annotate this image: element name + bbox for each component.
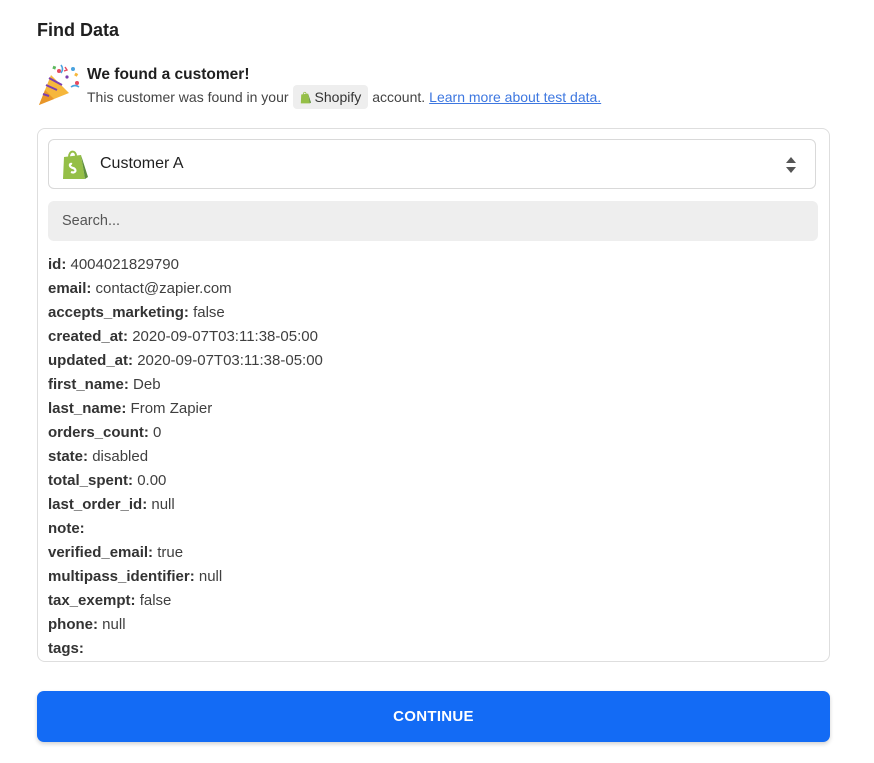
customer-fields-list: id: 4004021829790 email: contact@zapier.…: [48, 253, 323, 661]
party-popper-icon: [39, 64, 80, 105]
field-value: false: [193, 304, 225, 321]
app-chip-shopify: Shopify: [292, 85, 369, 109]
field-key: tax_exempt:: [48, 592, 136, 609]
customer-selector[interactable]: Customer A: [48, 139, 816, 189]
field-value: null: [102, 616, 126, 633]
app-chip-label: Shopify: [314, 89, 362, 105]
field-value: true: [157, 544, 184, 561]
field-row: state: disabled: [48, 445, 323, 469]
field-row: id: 4004021829790: [48, 253, 323, 277]
field-value: 2020-09-07T03:11:38-05:00: [132, 328, 318, 345]
field-row: last_order_id: null: [48, 493, 323, 517]
field-value: disabled: [92, 448, 149, 465]
field-key: verified_email:: [48, 544, 154, 561]
field-key: first_name:: [48, 376, 129, 393]
field-row: updated_at: 2020-09-07T03:11:38-05:00: [48, 349, 323, 373]
field-value: contact@zapier.com: [95, 280, 232, 297]
field-row: tags:: [48, 637, 323, 661]
found-sub-before: This customer was found in your: [87, 89, 289, 105]
field-key: total_spent:: [48, 472, 134, 489]
field-key: created_at:: [48, 328, 129, 345]
field-key: orders_count:: [48, 424, 149, 441]
field-key: note:: [48, 520, 85, 537]
found-subtitle: This customer was found in your Shopify …: [87, 85, 601, 109]
field-row: note:: [48, 517, 323, 541]
field-key: accepts_marketing:: [48, 304, 189, 321]
field-row: verified_email: true: [48, 541, 323, 565]
field-key: updated_at:: [48, 352, 134, 369]
field-value: 0.00: [137, 472, 167, 489]
found-title: We found a customer!: [87, 66, 250, 83]
learn-more-link[interactable]: Learn more about test data.: [429, 89, 601, 105]
field-row: orders_count: 0: [48, 421, 323, 445]
field-row: total_spent: 0.00: [48, 469, 323, 493]
field-value: From Zapier: [130, 400, 213, 417]
customer-selector-value: Customer A: [100, 155, 184, 172]
shopify-icon: [300, 91, 311, 103]
found-sub-after: account.: [372, 89, 426, 105]
field-value: 4004021829790: [70, 256, 179, 273]
field-key: last_name:: [48, 400, 127, 417]
field-value: 2020-09-07T03:11:38-05:00: [137, 352, 323, 369]
found-banner: We found a customer! This customer was f…: [37, 63, 837, 113]
field-key: last_order_id:: [48, 496, 148, 513]
field-row: accepts_marketing: false: [48, 301, 323, 325]
field-row: created_at: 2020-09-07T03:11:38-05:00: [48, 325, 323, 349]
field-key: id:: [48, 256, 67, 273]
field-row: first_name: Deb: [48, 373, 323, 397]
field-value: Deb: [133, 376, 161, 393]
page-title: Find Data: [37, 20, 120, 40]
field-row: last_name: From Zapier: [48, 397, 323, 421]
field-value: 0: [153, 424, 162, 441]
search-input[interactable]: [48, 201, 818, 241]
field-key: multipass_identifier:: [48, 568, 195, 585]
continue-button[interactable]: CONTINUE: [37, 691, 830, 742]
field-key: email:: [48, 280, 92, 297]
field-row: email: contact@zapier.com: [48, 277, 323, 301]
field-key: phone:: [48, 616, 98, 633]
field-row: tax_exempt: false: [48, 589, 323, 613]
shopify-icon: [63, 150, 88, 179]
chevron-up-down-icon: [786, 157, 796, 173]
field-key: tags:: [48, 640, 84, 657]
field-value: null: [198, 568, 223, 585]
field-value: false: [139, 592, 172, 609]
field-value: null: [151, 496, 175, 513]
field-row: phone: null: [48, 613, 323, 637]
field-key: state:: [48, 448, 89, 465]
field-row: multipass_identifier: null: [48, 565, 323, 589]
results-panel: Customer A id: 4004021829790 email: cont…: [37, 128, 830, 662]
